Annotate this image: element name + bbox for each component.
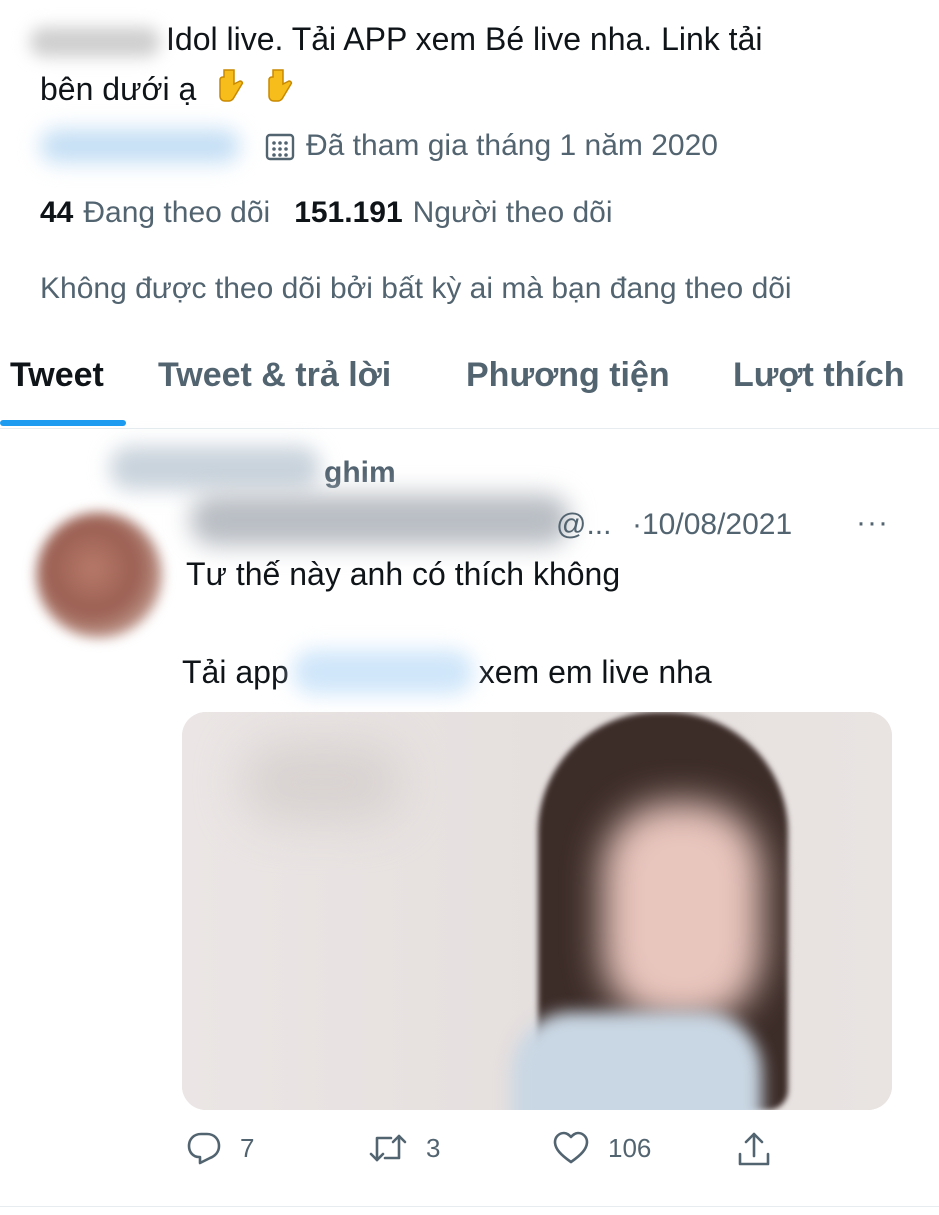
pinned-label: ghim	[324, 456, 396, 489]
tweet-actions: 7 3 106	[0, 1130, 939, 1174]
tab-likes[interactable]: Lượt thích	[733, 356, 905, 395]
redacted-link[interactable]	[40, 129, 240, 163]
photo-smudge	[242, 742, 402, 822]
photo-face-blurred	[602, 802, 762, 1022]
tab-media[interactable]: Phương tiện	[466, 356, 670, 395]
more-options-icon[interactable]: ···	[856, 506, 889, 540]
share-button[interactable]	[736, 1130, 790, 1168]
share-icon	[738, 1132, 770, 1166]
tweet-text-line1: Tư thế này anh có thích không	[186, 556, 621, 592]
profile-tabs: Tweet Tweet & trả lời Phương tiện Lượt t…	[0, 350, 939, 429]
tweet-text-line2: Tải app xem em live nha	[182, 650, 712, 694]
tab-tweet[interactable]: Tweet	[10, 356, 104, 395]
photo-shirt	[512, 1012, 762, 1110]
redacted-app-name	[292, 650, 473, 694]
follow-stats: 44 Đang theo dõi 151.191 Người theo dõi	[40, 196, 613, 230]
avatar[interactable]	[36, 512, 162, 638]
bio-line1: Idol live. Tải APP xem Bé live nha. Link…	[166, 21, 763, 57]
joined-date: Đã tham gia tháng 1 năm 2020	[306, 129, 718, 162]
tab-tweets-and-replies[interactable]: Tweet & trả lời	[158, 356, 391, 395]
profile-bio: Idol live. Tải APP xem Bé live nha. Link…	[30, 14, 900, 118]
retweet-button[interactable]: 3	[368, 1130, 440, 1166]
reply-icon	[187, 1132, 221, 1165]
following-count[interactable]: 44	[40, 196, 73, 230]
author-handle[interactable]: @...	[556, 508, 611, 542]
tweet-text-start: Tải app	[182, 653, 289, 690]
tweet-text-end: xem em live nha	[478, 653, 712, 690]
pointing-down-icon	[264, 68, 294, 118]
divider	[0, 1206, 939, 1207]
reply-button[interactable]: 7	[186, 1130, 254, 1166]
heart-icon	[553, 1131, 589, 1164]
retweet-icon	[369, 1134, 407, 1162]
followers-label[interactable]: Người theo dõi	[413, 196, 613, 230]
active-tab-indicator	[0, 420, 126, 426]
pointing-down-icon	[215, 68, 245, 118]
like-count: 106	[608, 1132, 652, 1163]
author-name-redacted[interactable]	[190, 494, 570, 546]
pinned-label-redacted	[110, 446, 320, 490]
reply-count: 7	[240, 1132, 255, 1163]
followers-count[interactable]: 151.191	[294, 196, 402, 230]
not-followed-note: Không được theo dõi bởi bất kỳ ai mà bạn…	[40, 272, 792, 305]
following-label[interactable]: Đang theo dõi	[83, 196, 270, 230]
profile-meta: Đã tham gia tháng 1 năm 2020	[40, 126, 718, 166]
like-button[interactable]: 106	[552, 1130, 651, 1166]
calendar-icon	[265, 133, 295, 161]
redacted-name	[30, 26, 160, 57]
tweet-date[interactable]: ·10/08/2021	[632, 508, 792, 542]
retweet-count: 3	[426, 1132, 441, 1163]
tweet-photo[interactable]	[182, 712, 892, 1110]
bio-line2: bên dưới ạ	[40, 71, 197, 107]
